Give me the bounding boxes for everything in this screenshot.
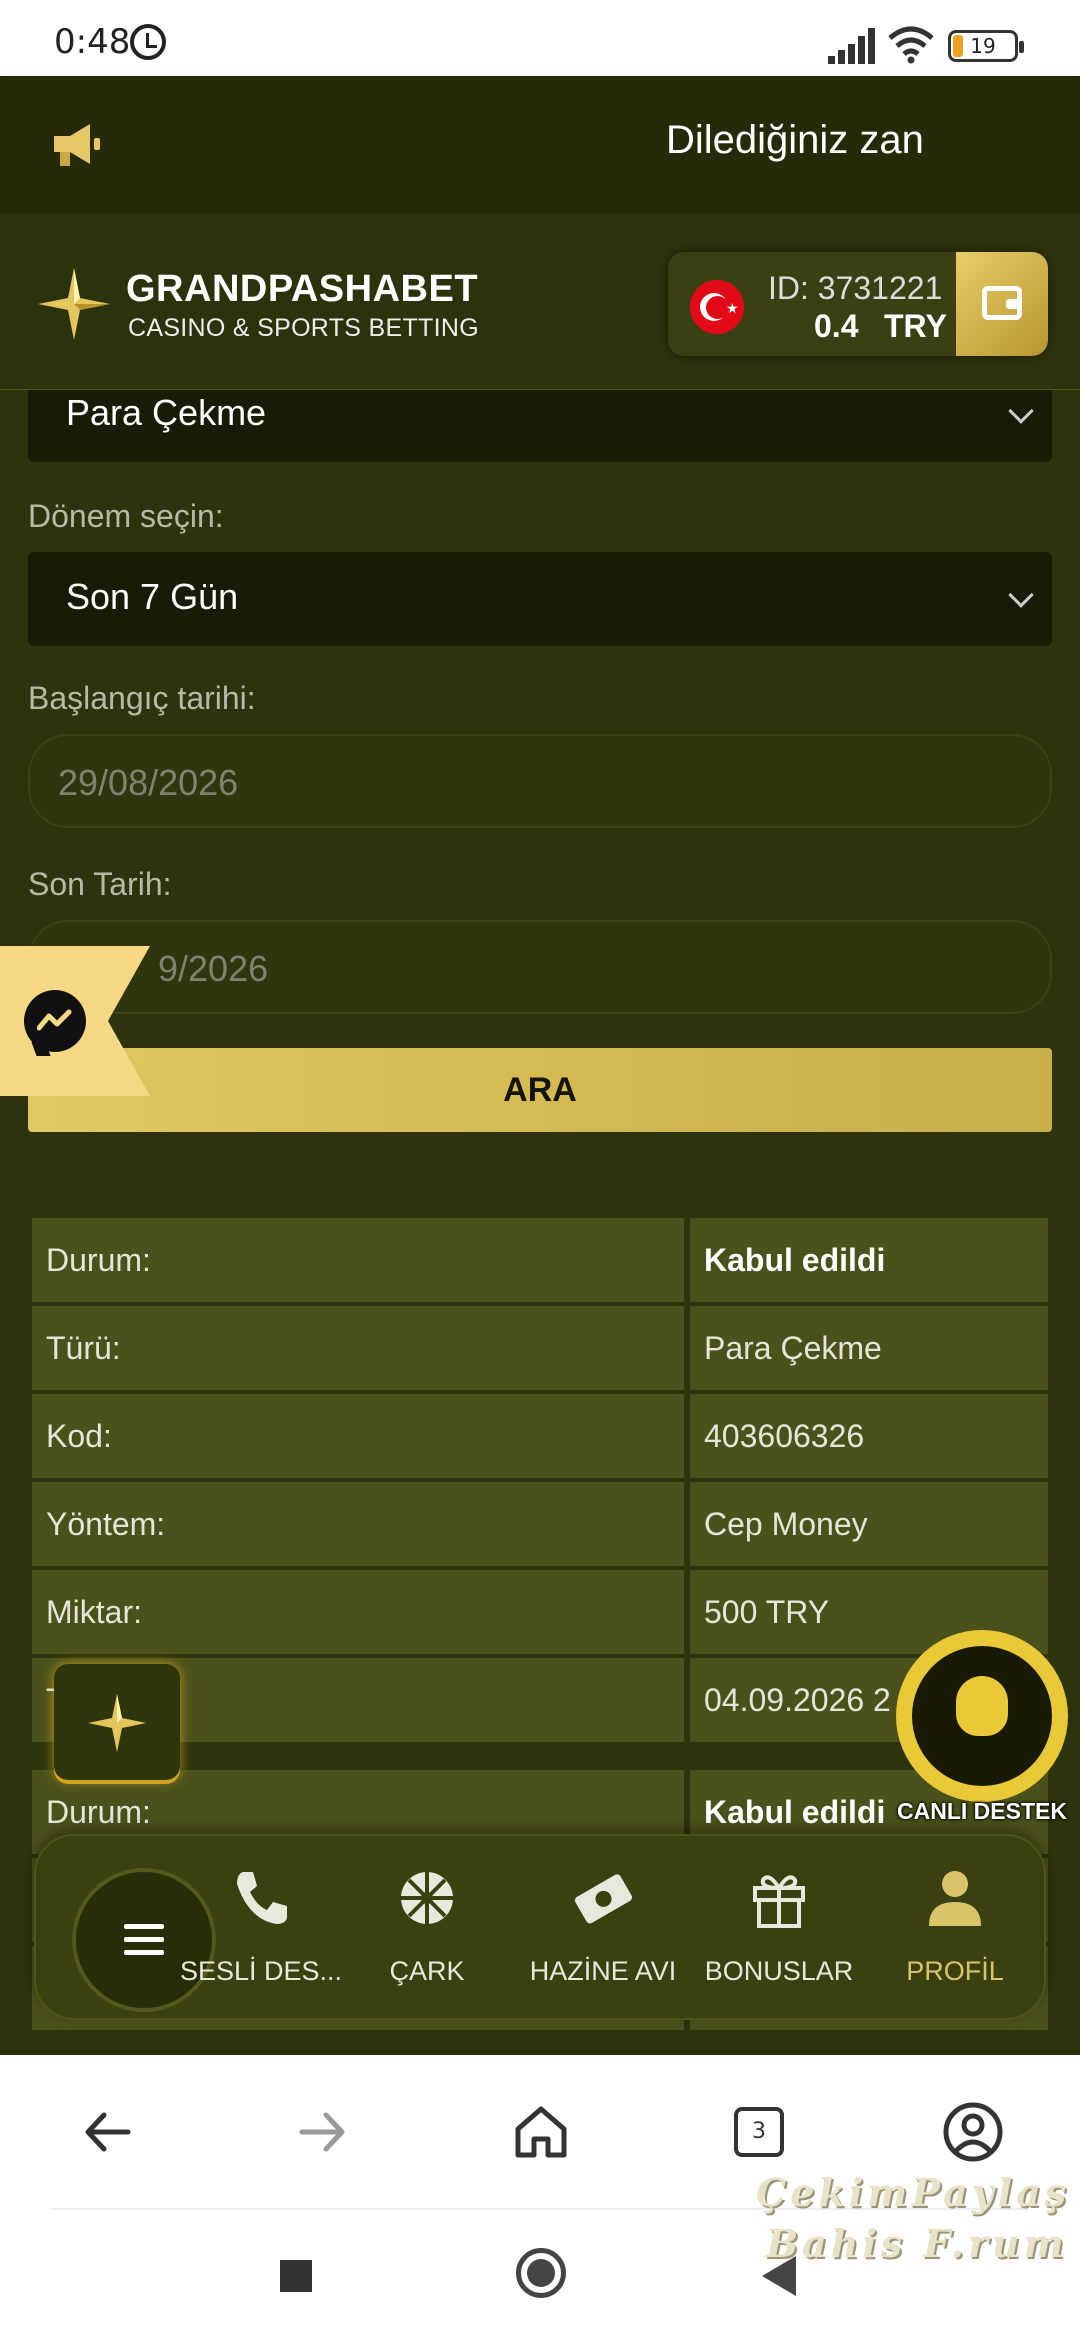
chevron-down-icon <box>1008 398 1034 424</box>
turkey-flag-icon: ★ <box>690 280 744 334</box>
phone-icon <box>229 1866 293 1930</box>
nav-label: BONUSLAR <box>704 1956 854 1986</box>
nav-profile[interactable]: PROFİL <box>870 1866 1040 1987</box>
star-icon <box>88 1694 146 1752</box>
brand-tagline: CASINO & SPORTS BETTING <box>128 314 479 342</box>
announcement-text: Dilediğiniz zan <box>666 118 924 162</box>
table-row: Yöntem: Cep Money <box>30 1480 1050 1568</box>
site-header: GRANDPASHABET CASINO & SPORTS BETTING ★ … <box>0 214 1080 390</box>
home-icon[interactable] <box>506 2097 576 2167</box>
wallet-icon <box>982 286 1022 320</box>
wheel-icon <box>395 1866 459 1930</box>
row-key: Miktar: <box>32 1570 684 1654</box>
profile-icon <box>923 1866 987 1930</box>
nav-wheel[interactable]: ÇARK <box>342 1866 512 1987</box>
brand-name[interactable]: GRANDPASHABET <box>126 268 478 311</box>
alarm-icon <box>130 24 166 60</box>
balance-amount: 0.4 <box>814 308 859 344</box>
gift-icon <box>747 1866 811 1930</box>
type-select-value: Para Çekme <box>66 392 267 433</box>
account-icon[interactable] <box>938 2097 1008 2167</box>
recents-button[interactable] <box>280 2260 312 2292</box>
megaphone-icon[interactable] <box>50 116 106 172</box>
money-icon <box>571 1866 635 1930</box>
battery-icon: 19 <box>948 30 1024 62</box>
period-label: Dönem seçin: <box>28 498 224 534</box>
end-date-input[interactable]: 9/2026 <box>28 920 1052 1014</box>
balance-currency: TRY <box>884 308 947 344</box>
watermark-line2: Bahis F.rum <box>766 2221 1068 2266</box>
home-button[interactable] <box>516 2248 566 2298</box>
messenger-tab[interactable] <box>0 946 150 1096</box>
search-button[interactable]: ARA <box>28 1048 1052 1132</box>
user-id: ID: 3731221 <box>768 270 943 306</box>
table-row: Türü: Para Çekme <box>30 1304 1050 1392</box>
balance-widget[interactable]: ★ ID: 3731221 0.4 TRY <box>668 252 1048 356</box>
start-date-label: Başlangıç tarihi: <box>28 680 256 716</box>
nav-voice-support[interactable]: SESLİ DES... <box>176 1866 346 1987</box>
signal-icon <box>828 28 876 64</box>
nav-bonuses[interactable]: BONUSLAR <box>694 1866 864 1987</box>
announcement-bar: Dilediğiniz zan <box>0 76 1080 214</box>
forward-arrow-icon[interactable] <box>288 2097 358 2167</box>
casino-shortcut-button[interactable] <box>54 1664 180 1780</box>
nav-treasure-hunt[interactable]: HAZİNE AVI <box>518 1866 688 1987</box>
period-select[interactable]: Son 7 Gün <box>28 552 1052 646</box>
battery-level: 19 <box>970 34 996 58</box>
logo-star-icon[interactable] <box>34 264 114 344</box>
table-row: Kod: 403606326 <box>30 1392 1050 1480</box>
end-date-value: 9/2026 <box>158 948 269 989</box>
nav-label: HAZİNE AVI <box>529 1956 677 1986</box>
status-bar: 0:48 19 <box>0 0 1080 76</box>
back-arrow-icon[interactable] <box>72 2097 142 2167</box>
row-value: Para Çekme <box>690 1306 1048 1390</box>
nav-label: PROFİL <box>906 1956 1004 1986</box>
tabs-button[interactable]: 3 <box>722 2097 792 2167</box>
bottom-nav: SESLİ DES... ÇARK HAZİNE AVI BONUSLAR PR… <box>34 1834 1046 2020</box>
row-key: Yöntem: <box>32 1482 684 1566</box>
wifi-icon <box>888 26 934 64</box>
start-date-value: 29/08/2026 <box>58 762 239 803</box>
live-support-label: CANLI DESTEK <box>897 1798 1067 1824</box>
row-key: Durum: <box>32 1218 684 1302</box>
table-row: Durum: Kabul edildi <box>30 1216 1050 1304</box>
row-key: Türü: <box>32 1306 684 1390</box>
row-key: Kod: <box>32 1394 684 1478</box>
support-agent-icon <box>956 1676 1008 1736</box>
wallet-button[interactable] <box>956 252 1048 356</box>
end-date-label: Son Tarih: <box>28 866 172 902</box>
watermark: ÇekimPaylaş Bahis F.rum <box>756 2170 1076 2266</box>
row-value: 403606326 <box>690 1394 1048 1478</box>
clock-time: 0:48 <box>54 22 131 62</box>
row-value: Cep Money <box>690 1482 1048 1566</box>
messenger-icon <box>24 990 86 1052</box>
chevron-down-icon <box>1008 582 1034 608</box>
nav-label: ÇARK <box>389 1956 465 1986</box>
type-select[interactable]: Para Çekme <box>28 390 1052 462</box>
row-value: Kabul edildi <box>690 1218 1048 1302</box>
menu-icon <box>124 1924 164 1963</box>
start-date-input[interactable]: 29/08/2026 <box>28 734 1052 828</box>
tab-count: 3 <box>734 2107 784 2157</box>
watermark-line1: ÇekimPaylaş <box>756 2170 1071 2215</box>
period-select-value: Son 7 Gün <box>66 576 239 617</box>
nav-label: SESLİ DES... <box>179 1956 343 1986</box>
live-support-button[interactable]: CANLI DESTEK <box>890 1630 1070 1830</box>
